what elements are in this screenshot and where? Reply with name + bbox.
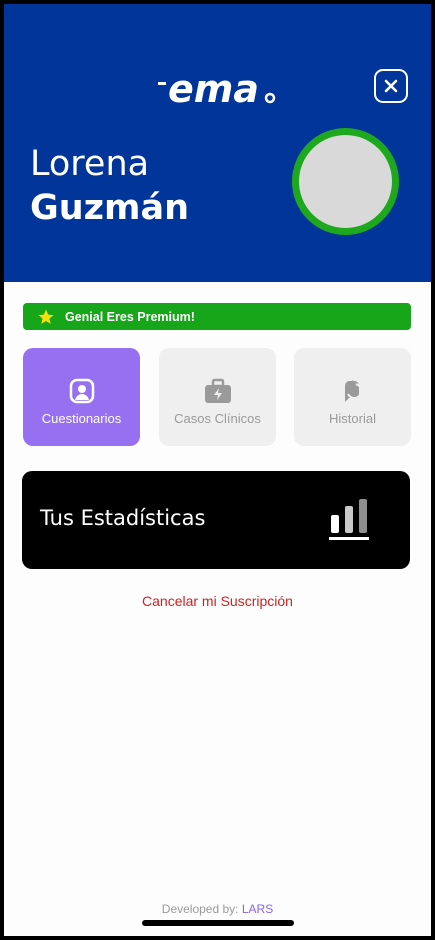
history-icon bbox=[339, 377, 367, 405]
stats-label: Tus Estadísticas bbox=[40, 506, 206, 530]
avatar[interactable] bbox=[292, 128, 399, 235]
credit-prefix: Developed by: bbox=[161, 902, 242, 916]
app-screen: ema Lorena Guzmán Genial Eres Premium! C bbox=[4, 4, 431, 936]
cancel-subscription-link[interactable]: Cancelar mi Suscripción bbox=[4, 593, 431, 609]
developer-credit: Developed by: LARS bbox=[4, 902, 431, 916]
profile-header: ema Lorena Guzmán bbox=[4, 4, 431, 282]
tile-label: Historial bbox=[329, 411, 376, 426]
tile-historial[interactable]: Historial bbox=[294, 348, 411, 446]
svg-text:ema: ema bbox=[168, 67, 259, 111]
bar-chart-icon bbox=[329, 499, 369, 540]
credit-brand-link[interactable]: LARS bbox=[242, 902, 273, 916]
tile-label: Casos Clínicos bbox=[174, 411, 261, 426]
tile-casos-clinicos[interactable]: Casos Clínicos bbox=[159, 348, 276, 446]
user-last-name: Guzmán bbox=[30, 188, 190, 228]
tile-cuestionarios[interactable]: Cuestionarios bbox=[23, 348, 140, 446]
star-icon bbox=[37, 307, 57, 327]
ema-logo: ema bbox=[158, 67, 276, 111]
premium-badge: Genial Eres Premium! bbox=[23, 303, 411, 330]
user-square-icon bbox=[68, 377, 96, 405]
tile-label: Cuestionarios bbox=[41, 411, 122, 426]
home-indicator[interactable] bbox=[142, 920, 294, 926]
user-first-name: Lorena bbox=[30, 144, 150, 184]
close-icon bbox=[384, 79, 398, 93]
briefcase-bolt-icon bbox=[204, 377, 232, 405]
stats-button[interactable]: Tus Estadísticas bbox=[22, 471, 410, 569]
close-button[interactable] bbox=[374, 69, 408, 103]
premium-label: Genial Eres Premium! bbox=[65, 309, 195, 324]
